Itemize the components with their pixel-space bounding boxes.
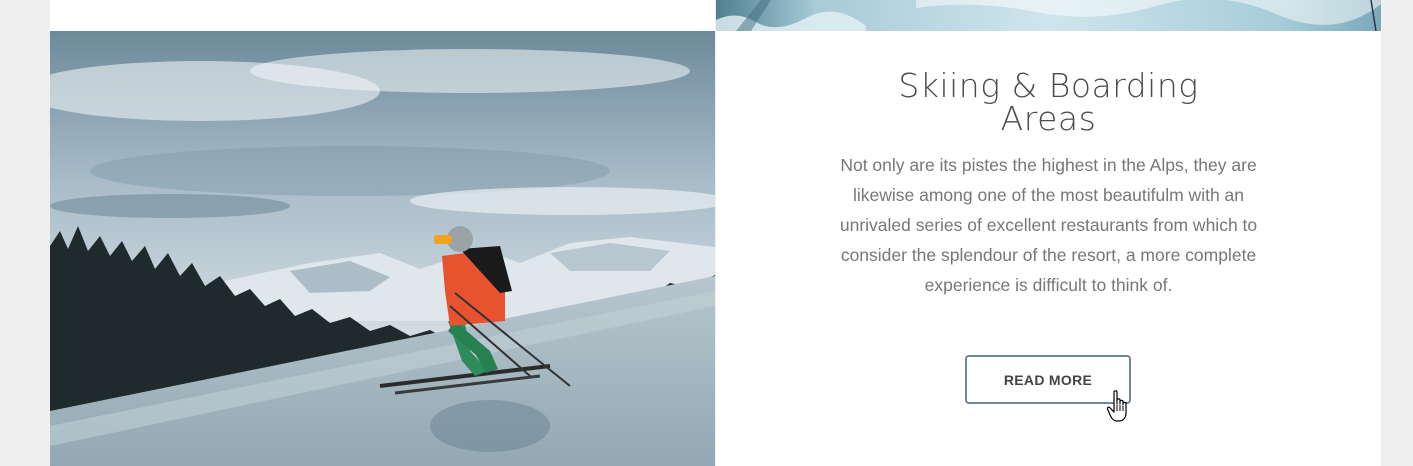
hand-pointer-cursor-icon — [1106, 390, 1132, 424]
section-description: Not only are its pistes the highest in t… — [839, 155, 1258, 295]
previous-card-bottom — [50, 0, 715, 31]
skier-photo — [50, 31, 715, 466]
section-title-line2: Areas — [1000, 99, 1097, 138]
section-title: Skiing & Boarding Areas — [716, 69, 1381, 135]
skiing-boarding-card: Skiing & Boarding Areas Not only are its… — [716, 31, 1381, 466]
ice-image-strip — [716, 0, 1381, 31]
section-title-line1: Skiing & Boarding — [898, 66, 1199, 105]
page-wrapper: Skiing & Boarding Areas Not only are its… — [50, 0, 1381, 466]
